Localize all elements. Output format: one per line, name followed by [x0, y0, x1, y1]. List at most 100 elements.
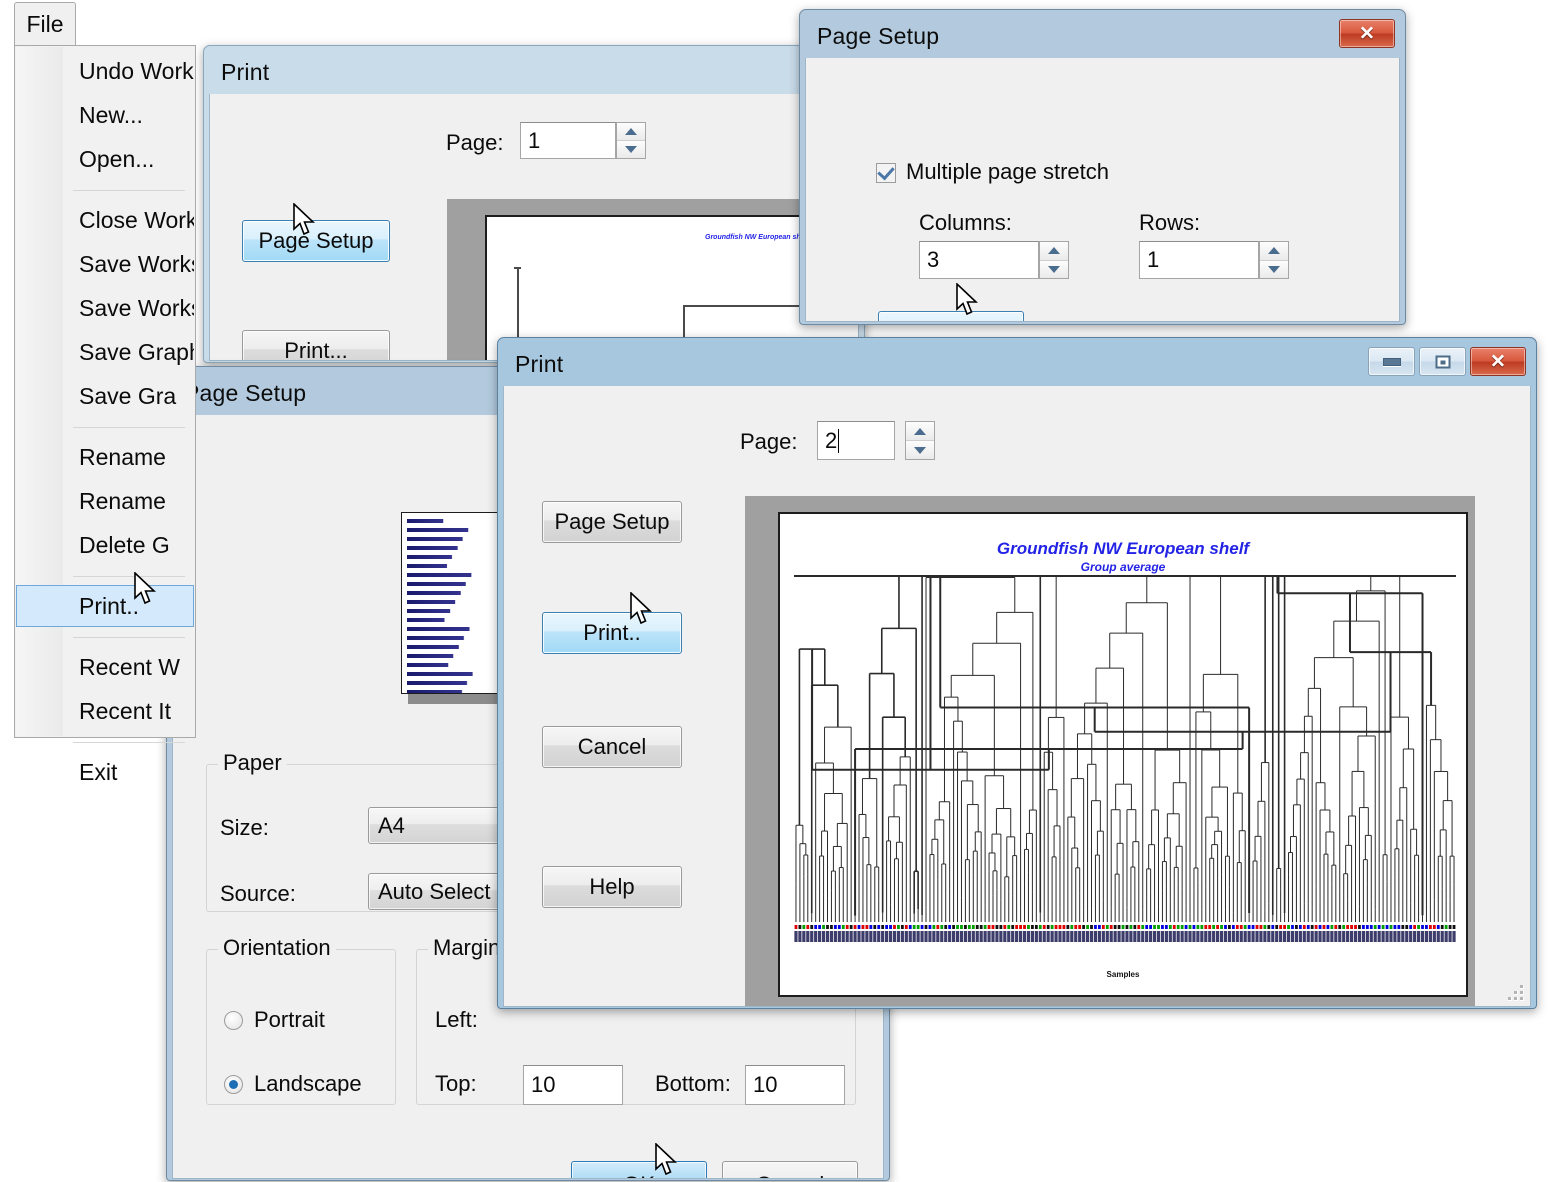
menu-item-exit[interactable]: Exit [16, 751, 194, 793]
print-dialog-active-body: Page: 2 Page Setup Print.. Cancel Help G… [503, 386, 1531, 1007]
menu-item-rename[interactable]: Rename [16, 436, 194, 478]
thumbnail-text-line [407, 519, 466, 523]
thumbnail-text-line [407, 663, 473, 667]
thumbnail-text-line [407, 555, 480, 559]
page-label-background: Page: [446, 130, 504, 155]
print-dialog-background-titlebar[interactable]: Print [209, 50, 859, 94]
columns-spinner-up[interactable] [1040, 242, 1068, 261]
thumbnail-text-line [407, 591, 493, 595]
page-setup-top-titlebar[interactable]: Page Setup ✕ [805, 14, 1400, 58]
thumbnail-text-line [407, 609, 476, 613]
dendrogram-plot [794, 575, 1456, 942]
rows-label: Rows: [1139, 210, 1201, 235]
page-setup-top-window-buttons: ✕ [1339, 19, 1395, 48]
page-spinner-background[interactable] [616, 122, 646, 159]
columns-spinner-down[interactable] [1040, 260, 1068, 278]
rows-spinner[interactable] [1259, 241, 1289, 279]
margin-top-label: Top: [435, 1071, 477, 1096]
menu-tab-file[interactable]: File [14, 2, 76, 46]
margin-top-input[interactable]: 10 [523, 1065, 623, 1105]
margin-bottom-input[interactable]: 10 [745, 1065, 845, 1105]
thumbnail-text-line [407, 573, 510, 577]
page-setup-button-background[interactable]: Page Setup [242, 220, 390, 262]
orientation-landscape-label: Landscape [254, 1071, 362, 1096]
page-spinner-down-background[interactable] [617, 141, 645, 158]
close-icon[interactable]: ✕ [1339, 19, 1395, 48]
paper-source-label: Source: [220, 881, 296, 906]
page-spinner-down-active[interactable] [906, 441, 934, 459]
ok-button[interactable]: OK [571, 1161, 707, 1178]
thumbnail-text-line [407, 618, 468, 622]
help-button[interactable]: Help [542, 866, 682, 908]
page-setup-top-body: Multiple page stretch Columns: 3 Rows: 1… [805, 58, 1400, 322]
cancel-button-print[interactable]: Cancel [542, 726, 682, 768]
print-dialog-background[interactable]: Print Page: 1 Page Setup Print... Ground… [203, 45, 865, 363]
menu-item-save-worksp[interactable]: Save Worksp [16, 287, 194, 329]
menu-separator [73, 637, 185, 638]
menu-separator [73, 742, 185, 743]
menu-item-recent-w[interactable]: Recent W [16, 646, 194, 688]
orientation-landscape-radio[interactable] [224, 1075, 243, 1094]
menu-item-delete-g[interactable]: Delete G [16, 524, 194, 566]
orientation-portrait-label: Portrait [254, 1007, 325, 1032]
menu-item-recent-it[interactable]: Recent It [16, 690, 194, 732]
menu-separator [73, 427, 185, 428]
print-dialog-active[interactable]: Print ✕ Page: 2 Page Setup Print.. Cance… [497, 337, 1537, 1009]
page-spinner-active[interactable] [905, 421, 935, 460]
orientation-portrait-radio[interactable] [224, 1011, 243, 1030]
columns-spinner[interactable] [1039, 241, 1069, 279]
resize-grip[interactable] [1508, 985, 1526, 1003]
thumbnail-text-line [407, 627, 507, 631]
menu-item-open[interactable]: Open... [16, 138, 194, 180]
page-input-background[interactable]: 1 [520, 122, 616, 159]
print-dialog-background-title: Print [221, 59, 270, 85]
page-button[interactable]: Page.. [878, 311, 1024, 321]
rows-input[interactable]: 1 [1139, 241, 1259, 279]
page-setup-top-title: Page Setup [817, 23, 940, 49]
menu-separator [73, 190, 185, 191]
menu-item-save-gra[interactable]: Save Gra [16, 375, 194, 417]
rows-spinner-up[interactable] [1260, 242, 1288, 261]
thumbnail-text-line [407, 537, 497, 541]
close-icon[interactable]: ✕ [1470, 347, 1526, 376]
preview-tick-top-background [514, 267, 521, 269]
columns-input[interactable]: 3 [919, 241, 1039, 279]
print-dialog-active-titlebar[interactable]: Print ✕ [503, 342, 1531, 386]
menu-item-rename[interactable]: Rename [16, 480, 194, 522]
maximize-icon[interactable] [1419, 347, 1466, 376]
file-menu: File Undo WorksNew...Open...Close WorksS… [0, 0, 196, 785]
menu-item-print[interactable]: Print.. [16, 585, 194, 627]
menu-item-save-worksp[interactable]: Save Worksp [16, 243, 194, 285]
page-label-active: Page: [740, 429, 798, 454]
dendrogram-x-axis-label: Samples [1106, 970, 1140, 979]
thumbnail-text-line [407, 528, 505, 532]
menu-item-undo-works[interactable]: Undo Works [16, 50, 194, 92]
thumbnail-text-line [407, 564, 471, 568]
menu-item-new[interactable]: New... [16, 94, 194, 136]
multiple-page-stretch-checkbox[interactable] [876, 163, 896, 183]
rows-spinner-down[interactable] [1260, 260, 1288, 278]
thumbnail-text-line [407, 690, 495, 693]
print-dialog-active-title: Print [515, 351, 564, 377]
margin-bottom-label: Bottom: [655, 1071, 731, 1096]
thumbnail-text-line [407, 645, 490, 649]
print-button-background[interactable]: Print... [242, 330, 390, 360]
print-dialog-window-buttons: ✕ [1368, 347, 1526, 376]
page-setup-button-active[interactable]: Page Setup [542, 501, 682, 543]
columns-label: Columns: [919, 210, 1012, 235]
page-spinner-up-active[interactable] [906, 422, 934, 441]
page-input-active[interactable]: 2 [817, 421, 895, 460]
minimize-icon[interactable] [1368, 347, 1415, 376]
paper-group-caption: Paper [218, 750, 287, 776]
thumbnail-text-line [407, 546, 488, 550]
paper-size-label: Size: [220, 815, 269, 840]
print-button-active[interactable]: Print.. [542, 612, 682, 654]
thumbnail-text-line [407, 654, 482, 658]
page-setup-dialog-top[interactable]: Page Setup ✕ Multiple page stretch Colum… [799, 9, 1406, 325]
cancel-button-page-setup[interactable]: Cancel [722, 1161, 858, 1178]
menu-item-save-graph[interactable]: Save Graph [16, 331, 194, 373]
page-spinner-up-background[interactable] [617, 123, 645, 141]
thumbnail-text-line [407, 600, 485, 604]
multiple-page-stretch-label: Multiple page stretch [906, 159, 1109, 184]
menu-item-close-works[interactable]: Close Works [16, 199, 194, 241]
